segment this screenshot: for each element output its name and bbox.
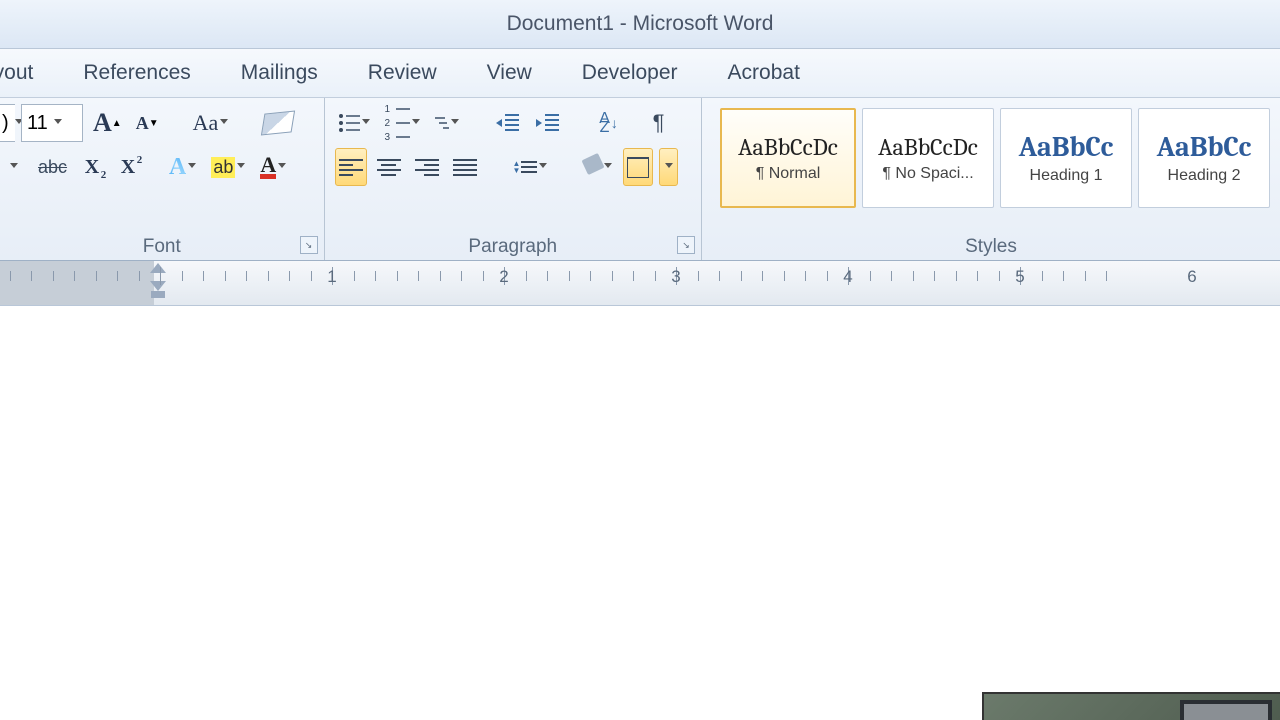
tab-mailings[interactable]: Mailings (239, 57, 320, 89)
title-bar: Document1 - Microsoft Word (0, 0, 1280, 49)
style-item--no-spaci-[interactable]: AaBbCcDc¶ No Spaci... (862, 108, 994, 208)
highlight-color-button[interactable]: ab (207, 148, 250, 186)
change-case-button[interactable]: Aa (189, 104, 234, 142)
text-effects-button[interactable]: A (165, 148, 201, 186)
indent-marker[interactable] (150, 263, 166, 298)
paragraph-dialog-launcher[interactable]: ↘ (677, 236, 695, 254)
tab-acrobat[interactable]: Acrobat (726, 57, 802, 89)
superscript-button[interactable]: X (113, 148, 143, 186)
font-dialog-launcher[interactable]: ↘ (300, 236, 318, 254)
style-item-heading-1[interactable]: AaBbCcHeading 1 (1000, 108, 1132, 208)
tab-developer[interactable]: Developer (580, 57, 680, 89)
font-effects-dropdown[interactable] (0, 148, 28, 186)
group-label-styles: Styles (702, 236, 1280, 258)
multilevel-list-button[interactable] (431, 104, 464, 142)
ribbon: ) 11 A▲ A▼ Aa abc X X A ab A Font ↘ (0, 98, 1280, 261)
font-color-button[interactable]: A (256, 148, 291, 186)
strikethrough-button[interactable]: abc (34, 148, 71, 186)
increase-indent-button[interactable] (532, 104, 566, 142)
decrease-indent-button[interactable] (492, 104, 526, 142)
align-center-button[interactable] (373, 148, 405, 186)
group-font: ) 11 A▲ A▼ Aa abc X X A ab A Font ↘ (0, 98, 325, 260)
style-item--normal[interactable]: AaBbCcDc¶ Normal (720, 108, 856, 208)
tab-review[interactable]: Review (366, 57, 439, 89)
tab-page-layout[interactable]: ayout (0, 57, 35, 89)
numbering-button[interactable] (381, 104, 425, 142)
bullets-button[interactable] (335, 104, 375, 142)
group-styles: AaBbCcDc¶ NormalAaBbCcDc¶ No Spaci...AaB… (702, 98, 1280, 260)
horizontal-ruler[interactable]: 123456 (0, 261, 1280, 306)
borders-button[interactable] (623, 148, 653, 186)
align-right-button[interactable] (411, 148, 443, 186)
webcam-overlay (982, 692, 1280, 720)
paint-bucket-icon (582, 153, 605, 175)
clear-formatting-button[interactable] (259, 104, 297, 142)
group-label-paragraph: Paragraph (325, 236, 701, 258)
ribbon-tabs: ayout References Mailings Review View De… (0, 49, 1280, 98)
tab-references[interactable]: References (81, 57, 192, 89)
font-size-combo[interactable]: 11 (21, 104, 83, 142)
tab-view[interactable]: View (485, 57, 534, 89)
align-left-button[interactable] (335, 148, 367, 186)
border-icon (627, 157, 649, 178)
line-spacing-button[interactable]: ▲▼ (509, 148, 553, 186)
group-label-font: Font (0, 236, 324, 258)
window-title: Document1 - Microsoft Word (507, 12, 774, 36)
sort-button[interactable]: AZ↓ (594, 104, 624, 142)
grow-font-button[interactable]: A▲ (89, 104, 126, 142)
document-canvas[interactable]: The quick brown fox jumps over the lazy … (0, 306, 1280, 720)
borders-dropdown[interactable] (659, 148, 678, 186)
show-hide-marks-button[interactable]: ¶ (644, 104, 674, 142)
shrink-font-button[interactable]: A▼ (132, 104, 163, 142)
font-name-combo[interactable]: ) (0, 104, 15, 142)
align-justify-button[interactable] (449, 148, 481, 186)
shading-button[interactable] (580, 148, 617, 186)
eraser-icon (261, 110, 295, 135)
subscript-button[interactable]: X (77, 148, 107, 186)
group-paragraph: AZ↓ ¶ ▲▼ Paragraph ↘ (325, 98, 702, 260)
style-item-heading-2[interactable]: AaBbCcHeading 2 (1138, 108, 1270, 208)
